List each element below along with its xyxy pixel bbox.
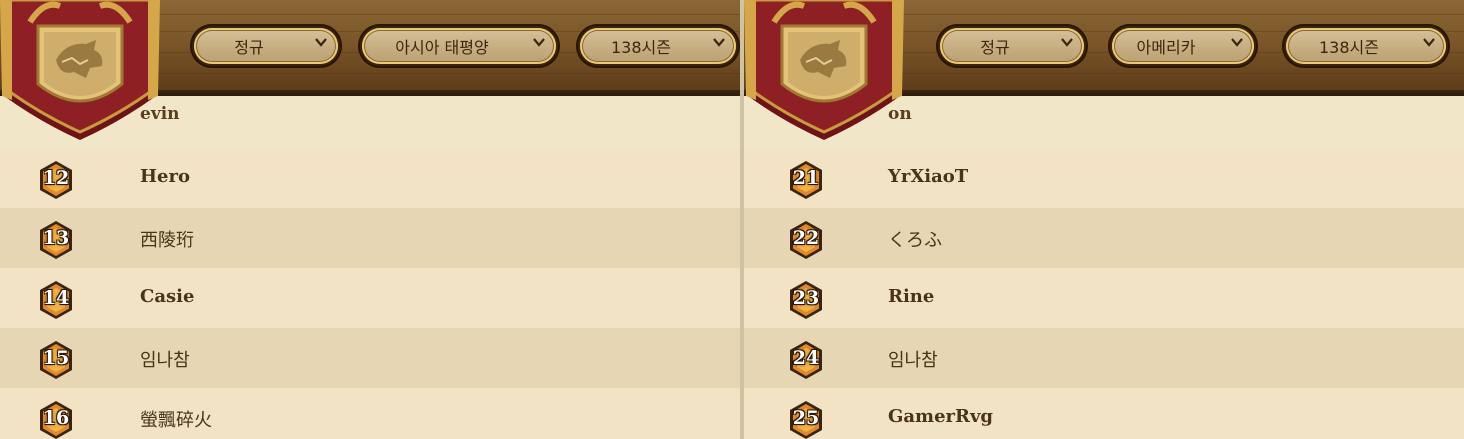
rank-badge-icon: 23 [788,280,824,320]
table-row[interactable]: 21 YrXiaoT [744,148,1464,209]
chevron-down-icon [1061,38,1073,47]
rank-badge-icon: 15 [38,340,74,380]
rank-badge-icon: 24 [788,340,824,380]
rank-number: 22 [792,227,820,249]
player-name: YrXiaoT [888,166,969,187]
player-name: 임나참 [888,350,938,371]
rank-badge-icon: 12 [38,160,74,200]
player-name: Hero [140,166,190,187]
rank-number: 24 [792,347,820,369]
mode-dropdown-label: 정규 [980,38,1010,57]
rank-badge-icon: 22 [788,220,824,260]
chevron-down-icon [1231,38,1243,47]
rank-number: 23 [792,287,820,309]
rank-badge-icon: 21 [788,160,824,200]
player-name: 螢飄碎火 [140,410,212,431]
season-dropdown-label: 138시즌 [611,38,671,57]
season-dropdown-label: 138시즌 [1319,38,1379,57]
leaderboard-panel-asia: 정규 아시아 태평양 138시즌 evin 12 Hero 13 西陵珩 14 … [0,0,740,439]
mode-dropdown[interactable]: 정규 [190,24,342,68]
region-dropdown-label: 아시아 태평양 [395,38,489,57]
season-dropdown[interactable]: 138시즌 [576,24,740,68]
region-dropdown[interactable]: 아메리카 [1108,24,1258,68]
table-row[interactable]: 16 螢飄碎火 [0,388,740,439]
player-name: 임나참 [140,350,190,371]
rank-number: 25 [792,407,820,429]
player-name: Casie [140,286,195,307]
table-row[interactable]: 24 임나참 [744,328,1464,389]
chevron-down-icon [713,38,725,47]
rank-badge-icon: 14 [38,280,74,320]
table-row[interactable]: 12 Hero [0,148,740,209]
rank-badge-icon: 25 [788,400,824,439]
rank-number: 13 [42,227,70,249]
rank-number: 12 [42,167,70,189]
rank-number: 16 [42,407,70,429]
player-name: 西陵珩 [140,230,194,251]
dragon-crest-icon [744,0,904,140]
rank-badge-icon: 13 [38,220,74,260]
region-dropdown-label: 아메리카 [1136,38,1196,57]
leaderboard-panel-americas: 정규 아메리카 138시즌 on 21 YrXiaoT 22 くろふ 23 Ri… [744,0,1464,439]
rank-badge-icon: 16 [38,400,74,439]
table-row[interactable]: 23 Rine [744,268,1464,329]
table-row[interactable]: 25 GamerRvg [744,388,1464,439]
mode-dropdown-label: 정규 [234,38,264,57]
table-row[interactable]: 15 임나참 [0,328,740,389]
table-row[interactable]: 13 西陵珩 [0,208,740,269]
chevron-down-icon [1423,38,1435,47]
rank-number: 15 [42,347,70,369]
player-name: GamerRvg [888,406,994,427]
season-dropdown[interactable]: 138시즌 [1282,24,1450,68]
rank-number: 21 [792,167,820,189]
player-name: Rine [888,286,935,307]
table-row[interactable]: 14 Casie [0,268,740,329]
player-name: くろふ [888,230,942,251]
chevron-down-icon [533,38,545,47]
region-dropdown[interactable]: 아시아 태평양 [358,24,560,68]
rank-number: 14 [42,287,70,309]
chevron-down-icon [315,38,327,47]
mode-dropdown[interactable]: 정규 [936,24,1088,68]
table-row[interactable]: 22 くろふ [744,208,1464,269]
dragon-crest-icon [0,0,160,140]
